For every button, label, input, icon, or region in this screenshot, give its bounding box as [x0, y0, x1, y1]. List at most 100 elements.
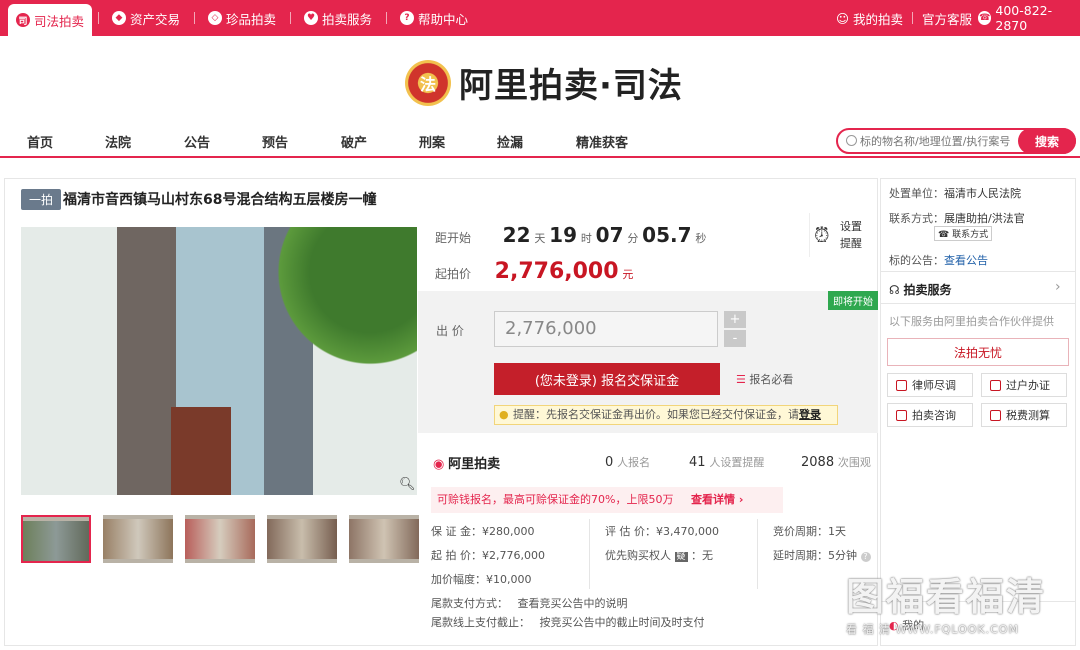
nav-item-bankruptcy[interactable]: 破产: [341, 132, 367, 151]
unit-value[interactable]: 福清市人民法院: [944, 187, 1021, 200]
tab-treasure-auction[interactable]: ◇ 珍品拍卖: [208, 0, 276, 36]
login-link[interactable]: 登录: [799, 408, 821, 421]
bid-price-input[interactable]: 2,776,000: [494, 311, 718, 347]
tab-help-center[interactable]: ? 帮助中心: [400, 0, 468, 36]
zoom-icon[interactable]: 🔍︎: [399, 477, 417, 495]
start-price: 起拍价 2,776,000 元: [435, 259, 633, 284]
priority-buyer-info: 优先购买权人 疑 ：无: [605, 547, 713, 563]
lot-main-panel: 一拍 福清市音西镇马山村东68号混合结构五层楼房一幢 🔍︎ 距开始 22 天 1…: [4, 178, 878, 646]
tab-label: 资产交易: [130, 11, 181, 27]
tax-calc-button[interactable]: 税费测算: [981, 403, 1067, 427]
search-button[interactable]: 搜索: [1018, 128, 1076, 154]
brand-label: 阿里拍卖: [448, 457, 501, 472]
increase-button[interactable]: +: [724, 311, 746, 328]
thumbnail[interactable]: [103, 515, 173, 563]
promo-details-link[interactable]: 查看详情 ›: [691, 487, 743, 513]
thumbnail[interactable]: [267, 515, 337, 563]
view-notice-link[interactable]: 查看公告: [944, 254, 988, 267]
chevron-right-icon[interactable]: ›: [1055, 279, 1061, 295]
lawyer-icon: [896, 379, 907, 391]
reminders-label: 人设置提醒: [709, 456, 765, 469]
bid-box: 即将开始 出 价 2,776,000 + - (您未登录) 报名交保证金 ☰ 报…: [418, 291, 878, 433]
nav-item-court[interactable]: 法院: [105, 132, 131, 151]
watermark-small: 看 福 清 WWW.FQLOOK.COM: [846, 623, 1019, 636]
countdown-hours: 19: [549, 223, 578, 247]
tip-text: 提醒：先报名交保证金再出价。如果您已经交付保证金，请: [513, 408, 799, 421]
divider: [589, 519, 590, 589]
nav-item-criminal[interactable]: 刑案: [419, 132, 445, 151]
bid-stepper: + -: [724, 311, 746, 347]
door-image: [171, 407, 231, 495]
views-label: 次围观: [837, 456, 871, 469]
set-reminder-button[interactable]: ⏰︎ 设置 提醒: [809, 213, 865, 257]
ali-auction-icon: ◉: [433, 457, 445, 472]
consult-button[interactable]: 拍卖咨询: [887, 403, 973, 427]
nav-item-bargain[interactable]: 捡漏: [497, 132, 523, 151]
deposit-info: 保 证 金：¥280,000: [431, 525, 535, 538]
reminders-num: 41: [689, 455, 706, 470]
remind-line1: 设置: [840, 220, 862, 233]
help-circle-icon[interactable]: ?: [860, 552, 871, 562]
increment-info: 加价幅度：¥10,000: [431, 573, 532, 586]
lawyer-check-button[interactable]: 律师尽调: [887, 373, 973, 397]
contact-info: 联系方式：展唐助拍/洪法官: [889, 210, 1025, 226]
must-read-label: 报名必看: [749, 373, 794, 386]
start-price-value: 2,776,000: [494, 259, 619, 284]
countdown-seconds: 05.7: [642, 223, 692, 247]
lot-title: 福清市音西镇马山村东68号混合结构五层楼房一幢: [63, 192, 377, 208]
auction-service-header[interactable]: ☊ 拍卖服务: [889, 281, 952, 298]
pay-method-info: 尾款支付方式： 查看竞买公告中的说明: [431, 595, 628, 611]
chat-icon: [896, 409, 907, 421]
worry-free-button[interactable]: 法拍无忧: [887, 338, 1069, 366]
decrease-button[interactable]: -: [724, 330, 746, 347]
question-badge[interactable]: 疑: [674, 552, 688, 562]
days-unit: 天: [534, 232, 546, 245]
service-label: 官方客服: [922, 11, 973, 27]
tab-label: 拍卖服务: [322, 11, 373, 27]
divider: [194, 12, 195, 24]
remind-line2: 提醒: [840, 237, 862, 250]
contact-method-button[interactable]: ☎ 联系方式: [934, 226, 993, 241]
nav-item-notice[interactable]: 公告: [184, 132, 210, 151]
pay-method-label: 尾款支付方式：: [431, 597, 508, 610]
auction-round-badge: 一拍: [21, 189, 62, 210]
must-read-link[interactable]: ☰ 报名必看: [736, 371, 793, 387]
search-input[interactable]: [860, 132, 1020, 150]
tab-asset-trade[interactable]: ◆ 资产交易: [112, 0, 180, 36]
nav-item-home[interactable]: 首页: [27, 132, 53, 151]
unit-label: 处置单位：: [889, 187, 944, 200]
contact-value: 展唐助拍/洪法官: [944, 212, 1025, 225]
views-num: 2088: [801, 455, 835, 470]
tax-label: 税费测算: [1006, 409, 1050, 422]
lot-main-photo[interactable]: [21, 227, 417, 495]
nav-item-precision[interactable]: 精准获客: [576, 132, 628, 151]
thumbnail[interactable]: [21, 515, 91, 563]
divider: [881, 271, 1075, 272]
reminder-tip: ● 提醒：先报名交保证金再出价。如果您已经交付保证金，请登录: [494, 405, 838, 425]
divider: [98, 12, 99, 24]
divider: [290, 12, 291, 24]
my-auction-link[interactable]: ☺ 我的拍卖: [836, 0, 903, 36]
contact-btn-label: 联系方式: [952, 230, 989, 240]
transfer-button[interactable]: 过户办证: [981, 373, 1067, 397]
pay-method-value: 查看竞买公告中的说明: [517, 597, 628, 610]
divider: [386, 12, 387, 24]
site-logo[interactable]: 法 阿里拍卖·司法: [405, 58, 683, 107]
thumbnail[interactable]: [185, 515, 255, 563]
consult-label: 拍卖咨询: [912, 409, 956, 422]
coins-icon: ☰: [736, 373, 746, 386]
help-icon: ?: [400, 11, 414, 25]
phone-icon: ☎: [978, 11, 992, 25]
priority-label: 优先购买权人: [605, 549, 671, 562]
official-service-link[interactable]: 官方客服: [922, 0, 972, 36]
tab-auction-service[interactable]: ♥ 拍卖服务: [304, 0, 372, 36]
headset-icon: ☊: [889, 283, 900, 297]
tab-judicial-auction[interactable]: 司 司法拍卖: [8, 4, 93, 36]
asset-icon: ◆: [112, 11, 126, 25]
signup-deposit-button[interactable]: (您未登录) 报名交保证金: [494, 363, 720, 395]
top-bar: 司 司法拍卖 ◆ 资产交易 ◇ 珍品拍卖 ♥ 拍卖服务 ? 帮助中心 ☺ 我的拍…: [0, 0, 1080, 36]
thumbnail[interactable]: [349, 515, 419, 563]
my-auction-label: 我的拍卖: [853, 11, 904, 27]
search-box: 搜索: [836, 128, 1076, 154]
nav-item-preview[interactable]: 预告: [262, 132, 288, 151]
